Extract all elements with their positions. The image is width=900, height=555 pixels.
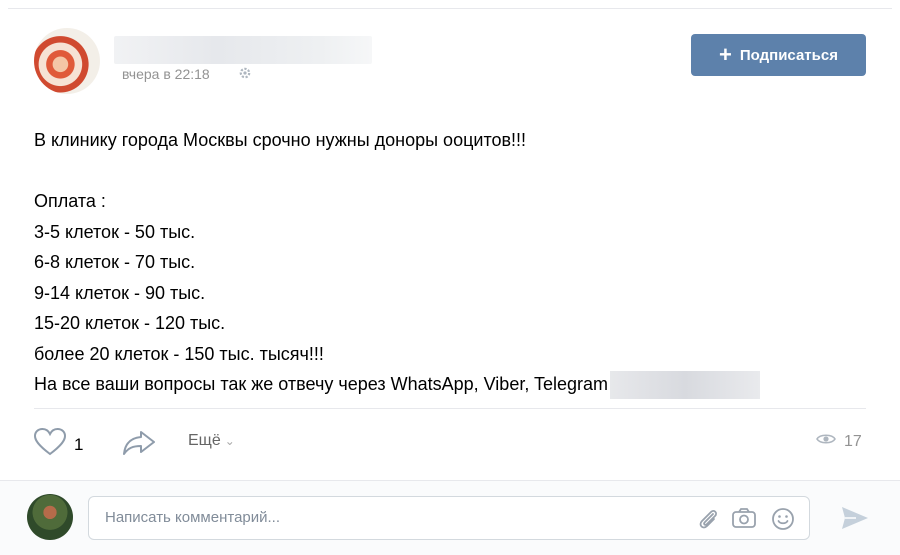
eye-icon — [816, 432, 836, 451]
post-line-contact: На все ваши вопросы так же отвечу через … — [34, 369, 874, 400]
comment-placeholder: Написать комментарий... — [105, 509, 281, 526]
post-line: более 20 клеток - 150 тыс. тысяч!!! — [34, 343, 324, 364]
plus-icon: + — [719, 42, 732, 67]
camera-icon[interactable] — [731, 507, 757, 534]
author-name-redacted[interactable] — [114, 36, 372, 64]
post-time[interactable]: вчера в 22:18 — [122, 66, 210, 82]
heart-icon — [33, 427, 67, 461]
subscribe-label: Подписаться — [739, 46, 838, 64]
send-icon[interactable] — [840, 505, 870, 536]
like-count: 1 — [74, 434, 84, 454]
like-button[interactable]: 1 — [33, 427, 84, 461]
post-line: 9-14 клеток - 90 тыс. — [34, 282, 206, 303]
smile-icon[interactable] — [771, 507, 795, 536]
author-avatar[interactable] — [34, 28, 100, 94]
post-line: 6-8 клеток - 70 тыс. — [34, 252, 196, 272]
more-button[interactable]: Ещё ⌄ — [188, 432, 235, 450]
comment-input[interactable]: Написать комментарий... — [88, 496, 810, 540]
views-count: 17 — [844, 432, 862, 450]
chevron-down-icon: ⌄ — [224, 434, 235, 448]
paperclip-icon[interactable] — [697, 507, 719, 536]
phone-number-redacted — [610, 371, 761, 400]
gear-icon[interactable] — [238, 66, 252, 84]
post-line-empty — [34, 156, 874, 187]
post-text: В клинику города Москвы срочно нужны дон… — [34, 125, 874, 400]
divider — [34, 408, 866, 409]
post-line: В клинику города Москвы срочно нужны дон… — [34, 130, 527, 150]
post-line: 3-5 клеток - 50 тыс. — [34, 221, 196, 242]
post-line: 15-20 клеток - 120 тыс. — [34, 313, 226, 333]
views-counter: 17 — [816, 432, 862, 451]
current-user-avatar[interactable] — [27, 494, 73, 540]
share-arrow-icon — [122, 430, 156, 461]
share-button[interactable] — [122, 430, 156, 461]
post-line: Оплата : — [34, 191, 106, 211]
contact-text: На все ваши вопросы так же отвечу через … — [34, 374, 609, 394]
subscribe-button[interactable]: + Подписаться — [691, 34, 866, 76]
more-label: Ещё — [188, 432, 221, 449]
